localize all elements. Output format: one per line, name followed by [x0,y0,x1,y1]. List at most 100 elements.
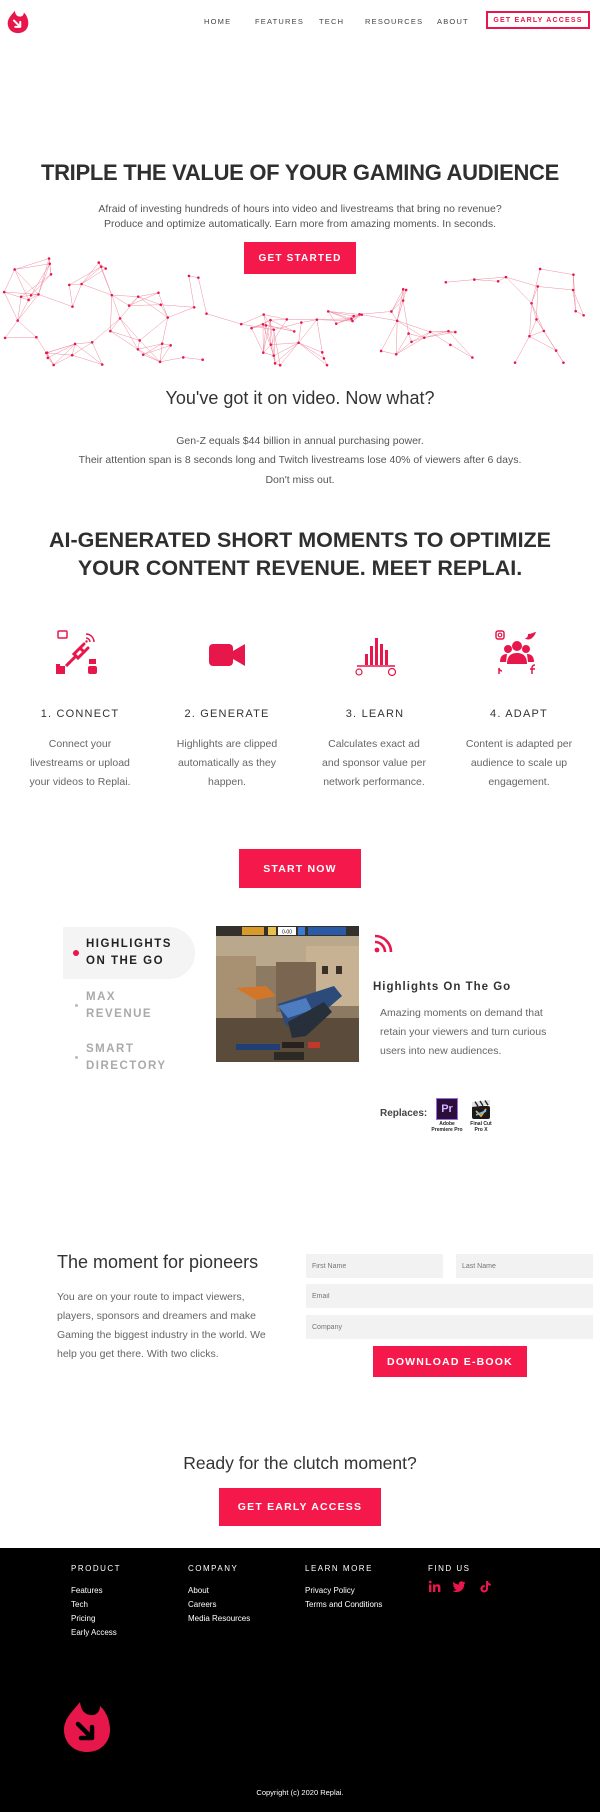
feature-tab-highlights-label[interactable]: HIGHLIGHTS ON THE GO [86,936,172,970]
network-link [408,333,412,342]
network-link [38,294,73,307]
footer-link-tech[interactable]: Tech [71,1600,88,1609]
download-ebook-button[interactable]: DOWNLOAD E-BOOK [373,1346,527,1377]
network-node [320,351,324,354]
twitter-icon[interactable] [453,1580,466,1593]
network-link [391,311,398,321]
network-link [129,304,161,306]
footer-link-media-resources[interactable]: Media Resources [188,1614,250,1623]
footer-link-features[interactable]: Features [71,1586,103,1595]
footer-link-early-access[interactable]: Early Access [71,1628,117,1637]
network-node [325,363,329,367]
network-node [272,328,276,331]
network-link [397,320,431,333]
network-node [449,343,452,347]
footer-copyright: Copyright (c) 2020 Replai. [256,1788,344,1797]
network-link [251,319,271,329]
network-node [70,353,74,357]
network-link [397,320,425,338]
step-2-title: 2. GENERATE [184,708,270,720]
network-node [407,332,410,335]
network-node [99,265,103,268]
ai-section-title: AI-GENERATED SHORT MOMENTS TO OPTIMIZE Y… [30,526,570,582]
network-link [159,357,184,363]
tiktok-icon[interactable] [479,1580,492,1593]
network-link [395,333,409,355]
footer-link-careers[interactable]: Careers [188,1600,216,1609]
hero-subtitle: Afraid of investing hundreds of hours in… [0,202,600,232]
network-node [52,363,55,367]
nav-home[interactable]: HOME [204,17,231,26]
nav-tech[interactable]: TECH [319,17,344,26]
game-scene-image: 0-00 [216,926,359,1062]
step-4-desc: Content is adapted per audience to scale… [465,738,573,788]
network-link [380,320,398,352]
footer-link-terms[interactable]: Terms and Conditions [305,1600,382,1609]
first-name-field[interactable] [306,1254,443,1278]
network-link [111,294,130,306]
network-link [301,319,317,323]
feature-tab-directory-line-2: DIRECTORY [86,1060,167,1072]
network-link [198,277,207,314]
step-4-title: 4. ADAPT [490,708,548,720]
network-link [139,340,161,363]
adobe-premiere-pro-icon: Pr [436,1098,458,1120]
network-link [14,269,39,295]
replai-footer-logo-icon [64,1702,110,1752]
network-link [5,336,37,339]
network-link [514,336,530,363]
footer: PRODUCT Features Tech Pricing Early Acce… [0,1548,600,1812]
network-node [19,295,23,299]
network-node [315,318,319,321]
footer-link-about[interactable]: About [188,1586,209,1595]
nav-features[interactable]: FEATURES [255,17,304,26]
last-name-field[interactable] [456,1254,593,1278]
network-node [530,301,533,305]
network-link [14,269,29,301]
page: HOME FEATURES TECH RESOURCES ABOUT GET E… [0,0,600,1812]
network-node [574,309,577,313]
nav-early-access-button[interactable]: GET EARLY ACCESS [486,11,590,29]
network-node [473,278,476,281]
network-link [396,289,407,321]
network-link [91,342,103,365]
get-early-access-button[interactable]: GET EARLY ACCESS [219,1488,381,1526]
network-link [474,279,499,282]
network-node [447,329,450,333]
nav-about[interactable]: ABOUT [437,17,469,26]
network-link [402,300,409,334]
network-link [143,354,161,363]
start-now-button[interactable]: START NOW [239,849,361,888]
network-link [474,276,506,280]
footer-link-privacy-policy[interactable]: Privacy Policy [305,1586,355,1595]
network-link [160,304,195,308]
network-link [540,268,574,275]
company-field[interactable] [306,1315,593,1339]
feature-description: Amazing moments on demand that retain yo… [380,1007,547,1057]
network-node [264,324,268,327]
network-node [205,312,208,315]
feature-tab-directory[interactable]: SMART DIRECTORY [86,1041,167,1075]
network-node [428,330,432,334]
email-field[interactable] [306,1284,593,1308]
network-link [279,342,299,366]
network-link [46,352,73,356]
network-link [111,295,121,319]
network-link [69,284,73,307]
network-node [582,313,585,317]
linkedin-icon[interactable] [428,1580,441,1593]
nav-resources[interactable]: RESOURCES [365,17,423,26]
network-link [361,314,398,321]
network-link [529,330,544,337]
network-node [239,322,243,326]
replai-logo-icon[interactable] [6,8,30,34]
network-node [538,267,542,271]
feature-tab-revenue[interactable]: MAX REVENUE [86,989,152,1023]
footer-link-pricing[interactable]: Pricing [71,1614,95,1623]
step-3-desc: Calculates exact ad and sponsor value pe… [322,738,426,788]
step-3-title: 3. LEARN [345,708,405,720]
hero-title: TRIPLE THE VALUE OF YOUR GAMING AUDIENCE [40,160,560,185]
get-started-button[interactable]: GET STARTED [244,242,356,274]
network-node [358,312,361,316]
game-highlight-screenshot: 0-00 [216,926,359,1062]
